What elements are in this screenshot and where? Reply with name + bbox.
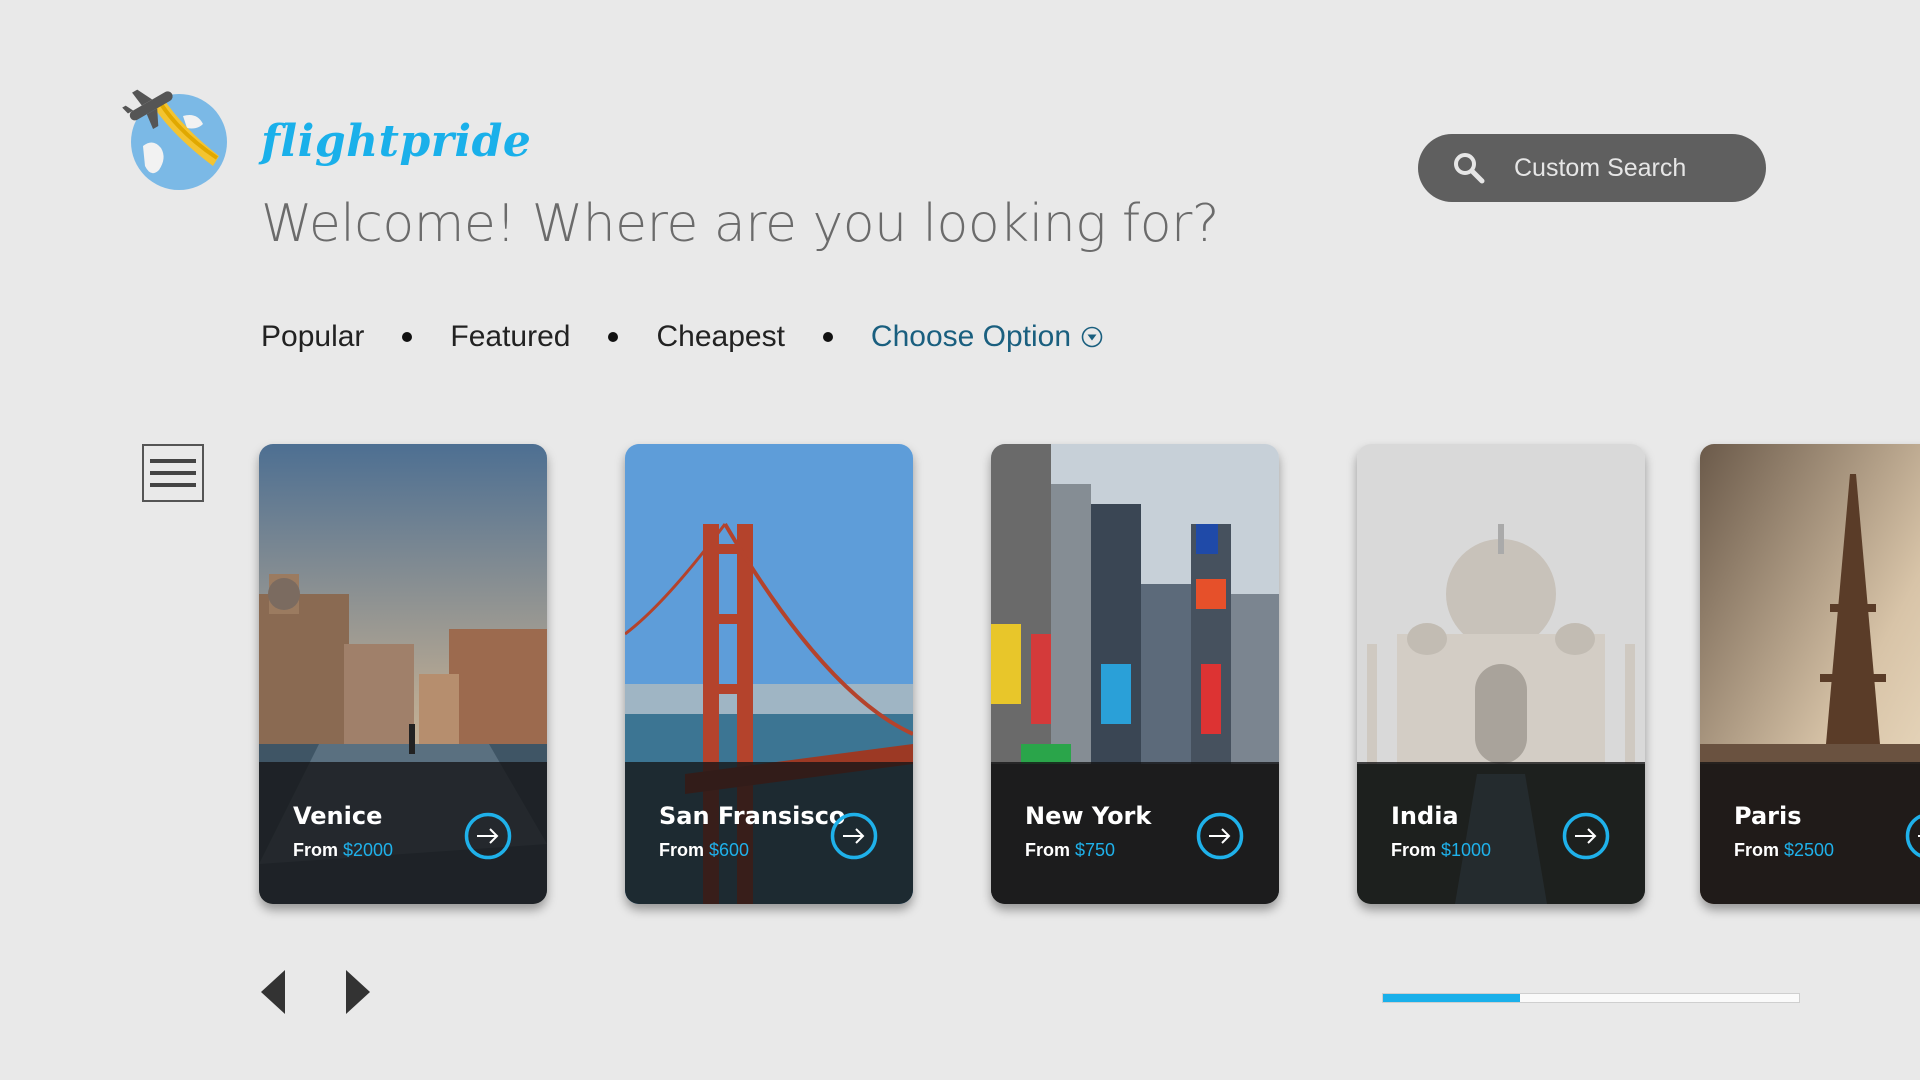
arrow-right-circle-icon[interactable] [1905,812,1920,860]
carousel-progress-fill [1383,994,1521,1002]
filter-tabs: Popular Featured Cheapest Choose Option [261,320,1103,354]
card-price: From $2000 [293,840,394,860]
destination-card-venice[interactable]: Venice From $2000 [259,444,547,904]
page-title: Welcome! Where are you looking for? [261,194,1219,254]
card-price: From $2500 [1734,840,1835,860]
choose-option-dropdown[interactable]: Choose Option [871,320,1103,354]
tab-separator [402,332,413,342]
destination-card-san-fransisco[interactable]: San Fransisco From $600 [625,444,913,904]
destination-card-india[interactable]: India From $1000 [1357,444,1645,904]
tab-separator [822,332,833,342]
search-icon [1454,153,1485,184]
arrow-right-circle-icon[interactable] [464,812,512,860]
arrow-right-circle-icon[interactable] [1562,812,1610,860]
arrow-right-circle-icon[interactable] [830,812,878,860]
hamburger-menu-button[interactable] [142,444,204,502]
card-price: From $1000 [1391,840,1492,860]
carousel-next-arrow-icon[interactable] [342,970,372,1014]
card-price: From $600 [659,840,750,860]
arrow-right-circle-icon[interactable] [1196,812,1244,860]
card-city: Venice [293,802,383,830]
carousel-previous-arrow-icon[interactable] [259,970,289,1014]
carousel-progress-bar [1382,993,1800,1003]
choose-option-label: Choose Option [870,320,1072,353]
card-city: Paris [1734,802,1802,830]
card-city: San Fransisco [659,802,846,830]
tab-featured[interactable]: Featured [450,320,570,354]
tab-popular[interactable]: Popular [261,320,364,354]
hamburger-menu-icon [150,459,196,463]
app-page: flightpride Welcome! Where are you looki… [0,0,1920,1080]
card-city: New York [1025,802,1152,830]
destination-card-paris[interactable]: Paris From $2500 [1700,444,1920,904]
tab-cheapest[interactable]: Cheapest [656,320,784,354]
search-label: Custom Search [1514,153,1687,182]
card-price: From $750 [1025,840,1116,860]
airplane-globe-logo-icon [122,89,227,190]
tab-separator [608,332,619,342]
brand-name: flightpride [261,116,532,167]
chevron-down-circle-icon [1081,326,1103,348]
destination-card-new-york[interactable]: New York From $750 [991,444,1279,904]
custom-search-button[interactable]: Custom Search [1418,134,1766,202]
card-city: India [1391,802,1459,830]
